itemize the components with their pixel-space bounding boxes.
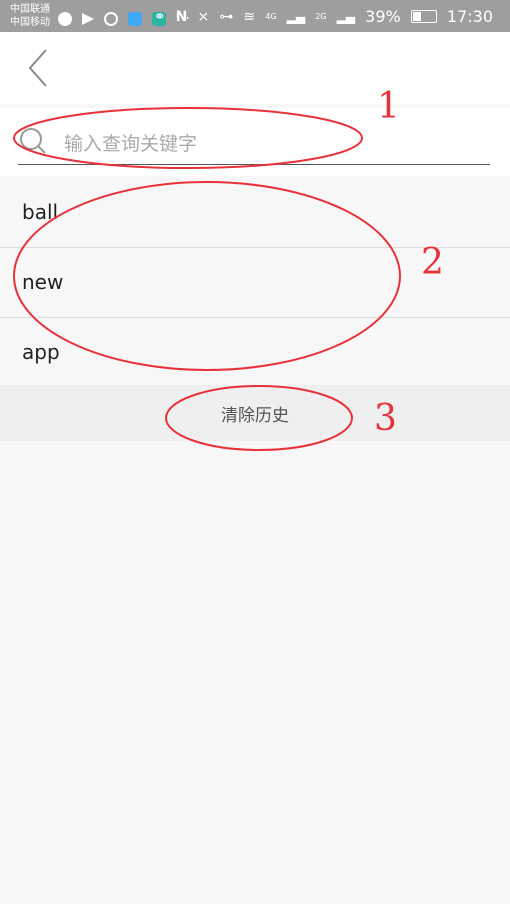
status-bar: 中国联通 中国移动 ··· ⚭ N ⨯ ⊶ ≊ 4G ▂▄ 2G ▂▄ 39% … xyxy=(0,0,510,32)
battery-percent: 39% xyxy=(365,6,401,26)
clock: 17:30 xyxy=(446,6,493,26)
app-icon xyxy=(128,11,143,26)
history-item-app[interactable]: app xyxy=(0,318,510,387)
search-icon xyxy=(20,128,46,154)
nfc-icon: N xyxy=(175,8,188,25)
back-button[interactable] xyxy=(20,46,60,90)
mute-icon: ⨯ xyxy=(197,8,210,25)
spotify-icon xyxy=(58,11,72,26)
chevron-left-icon xyxy=(28,49,47,87)
system-icons: ⚭ N ⨯ ⊶ ≊ 4G ▂▄ 2G ▂▄ 39% 17:30 xyxy=(154,6,498,26)
signal-1-icon: ▂▄ xyxy=(286,9,306,24)
key-icon: ⊶ xyxy=(219,8,234,25)
history-item-ball[interactable]: ball xyxy=(0,178,510,248)
clear-history-button[interactable]: 清除历史 xyxy=(221,401,289,426)
annotation-label-2: 2 xyxy=(421,242,444,283)
wifi-icon: ≊ xyxy=(243,8,256,25)
search-underline xyxy=(18,164,490,165)
signal-2-icon: ▂▄ xyxy=(336,9,356,24)
annotation-label-3: 3 xyxy=(374,398,397,439)
headphones-icon: ⚭ xyxy=(153,8,166,25)
search-bar xyxy=(0,108,510,176)
annotation-label-1: 1 xyxy=(377,86,400,127)
network-2-label: 2G xyxy=(315,11,327,21)
refresh-icon xyxy=(104,11,119,26)
send-icon xyxy=(82,12,95,25)
clear-history-row: 清除历史 xyxy=(0,385,510,441)
carrier-info: 中国联通 中国移动 xyxy=(10,3,50,29)
search-input[interactable] xyxy=(62,130,486,158)
carrier-1: 中国联通 xyxy=(10,4,50,15)
battery-icon xyxy=(410,10,437,23)
top-bar xyxy=(0,32,510,104)
network-1-label: 4G xyxy=(265,11,277,21)
carrier-2: 中国移动 xyxy=(10,17,50,28)
